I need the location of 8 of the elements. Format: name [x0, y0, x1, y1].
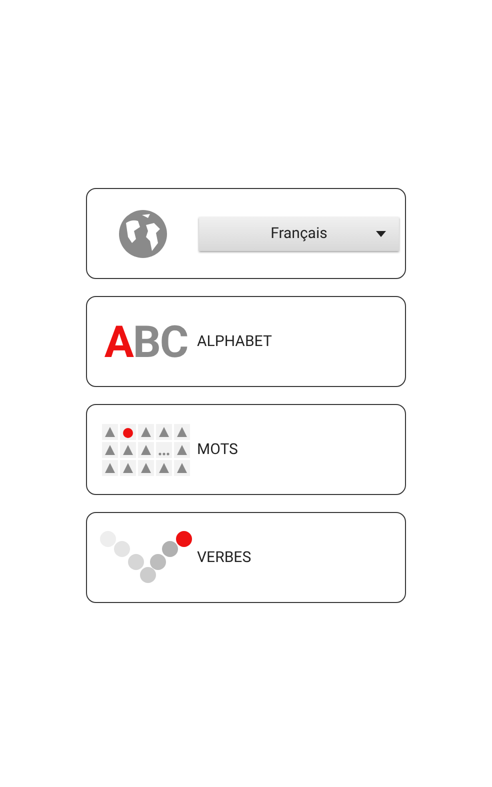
dropdown-arrow-icon: [376, 230, 386, 236]
dots-logo-icon: [100, 530, 192, 584]
menu-card[interactable]: VERBES: [86, 512, 406, 603]
language-dropdown[interactable]: Français: [199, 216, 399, 250]
menu-card[interactable]: ABC ALPHABET: [86, 296, 406, 387]
menu-card[interactable]: MOTS: [86, 404, 406, 495]
abc-logo: ABC: [104, 320, 188, 364]
globe-icon: [118, 208, 168, 258]
